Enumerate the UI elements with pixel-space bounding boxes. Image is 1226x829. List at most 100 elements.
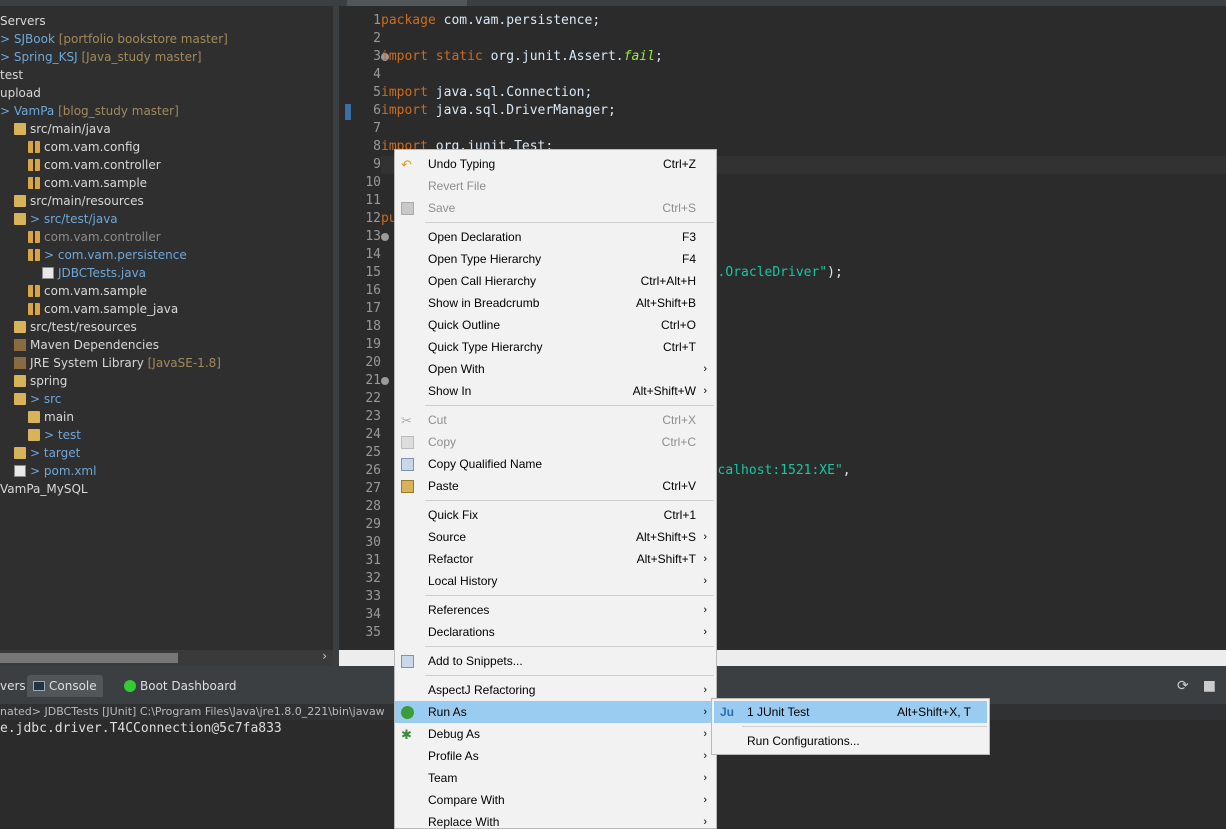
scroll-right-icon[interactable]: › <box>322 649 327 663</box>
tree-item[interactable]: Servers <box>0 12 333 30</box>
menu-item-label: Show In <box>428 384 472 398</box>
menu-item-declarations[interactable]: Declarations › <box>395 621 716 643</box>
line-number: 4 <box>373 67 381 82</box>
menu-item-profile-as[interactable]: Profile As › <box>395 745 716 767</box>
tree-item[interactable]: > Spring_KSJ [Java_study master] <box>0 48 333 66</box>
line-number: 33 <box>365 589 381 604</box>
menu-item-open-declaration[interactable]: Open Declaration F3 <box>395 226 716 248</box>
tree-item[interactable]: com.vam.controller <box>0 228 333 246</box>
menu-item-aspectj-refactoring[interactable]: AspectJ Refactoring › <box>395 679 716 701</box>
maximize-icon[interactable]: ■ <box>1203 678 1216 694</box>
menu-item-open-type-hierarchy[interactable]: Open Type Hierarchy F4 <box>395 248 716 270</box>
tree-item[interactable]: VamPa_MySQL <box>0 480 333 498</box>
tree-item[interactable]: Maven Dependencies <box>0 336 333 354</box>
menu-item-debug-as[interactable]: ✱ Debug As › <box>395 723 716 745</box>
sync-icon[interactable]: ⟳ <box>1177 678 1189 694</box>
copy-qualified-name-icon <box>401 458 414 471</box>
line-number: 29 <box>365 517 381 532</box>
menu-item-undo-typing[interactable]: ↶ Undo Typing Ctrl+Z <box>395 153 716 175</box>
tree-item[interactable]: > src/test/java <box>0 210 333 228</box>
menu-item-quick-fix[interactable]: Quick Fix Ctrl+1 <box>395 504 716 526</box>
line-number: 7 <box>373 121 381 136</box>
menu-item-open-with[interactable]: Open With › <box>395 358 716 380</box>
menu-item-label: Quick Outline <box>428 318 501 332</box>
menu-item-refactor[interactable]: Refactor Alt+Shift+T › <box>395 548 716 570</box>
tree-item[interactable]: > src <box>0 390 333 408</box>
library-icon <box>14 357 26 369</box>
tree-item-label: Servers <box>0 14 46 28</box>
tree-item[interactable]: > com.vam.persistence <box>0 246 333 264</box>
tab-boot-dashboard[interactable]: Boot Dashboard <box>124 675 237 697</box>
tree-item[interactable]: spring <box>0 372 333 390</box>
menu-item-label: Local History <box>428 574 498 588</box>
menu-separator <box>425 405 714 406</box>
tree-item[interactable]: > target <box>0 444 333 462</box>
tree-item[interactable]: com.vam.config <box>0 138 333 156</box>
menu-item-open-call-hierarchy[interactable]: Open Call Hierarchy Ctrl+Alt+H <box>395 270 716 292</box>
line-number: 31 <box>365 553 381 568</box>
menu-item-team[interactable]: Team › <box>395 767 716 789</box>
tab-console[interactable]: Console <box>27 675 103 697</box>
tree-item-label: > SJBook <box>0 32 55 46</box>
menu-item-add-to-snippets[interactable]: Add to Snippets... <box>395 650 716 672</box>
tree-item[interactable]: > pom.xml <box>0 462 333 480</box>
menu-item-label: Run As <box>428 705 467 719</box>
console-output: e.jdbc.driver.T4CConnection@5c7fa833 <box>0 721 282 736</box>
menu-item-references[interactable]: References › <box>395 599 716 621</box>
line-number: 20 <box>365 355 381 370</box>
menu-item-shortcut: Ctrl+Alt+H <box>640 274 696 288</box>
menu-item-copy-qualified-name[interactable]: Copy Qualified Name <box>395 453 716 475</box>
menu-item-quick-outline[interactable]: Quick Outline Ctrl+O <box>395 314 716 336</box>
menu-item-paste[interactable]: Paste Ctrl+V <box>395 475 716 497</box>
menu-item-label: Source <box>428 530 467 544</box>
tree-item-label: JDBCTests.java <box>58 266 147 280</box>
tree-item[interactable]: com.vam.controller <box>0 156 333 174</box>
scrollbar-thumb[interactable] <box>0 653 178 663</box>
tree-item[interactable]: test <box>0 66 333 84</box>
tree-item[interactable]: src/main/resources <box>0 192 333 210</box>
tree-item[interactable]: > VamPa [blog_study master] <box>0 102 333 120</box>
submenu-item-1-junit-test[interactable]: Ju 1 JUnit Test Alt+Shift+X, T <box>714 701 987 723</box>
tree-item[interactable]: main <box>0 408 333 426</box>
tree-item[interactable]: com.vam.sample <box>0 282 333 300</box>
tree-item[interactable]: JRE System Library [JavaSE-1.8] <box>0 354 333 372</box>
menu-item-label: Cut <box>428 413 447 427</box>
tree-item-label: main <box>44 410 74 424</box>
junit-icon: Ju <box>720 705 735 719</box>
package-icon <box>28 177 40 189</box>
menu-item-source[interactable]: Source Alt+Shift+S › <box>395 526 716 548</box>
menu-separator <box>425 500 714 501</box>
tree-item-label: spring <box>30 374 68 388</box>
editor-tab-jdbctests[interactable] <box>347 0 467 6</box>
folder-icon <box>14 447 26 459</box>
menu-item-show-in[interactable]: Show In Alt+Shift+W › <box>395 380 716 402</box>
menu-item-compare-with[interactable]: Compare With › <box>395 789 716 811</box>
menu-item-replace-with[interactable]: Replace With › <box>395 811 716 829</box>
tree-horizontal-scrollbar[interactable]: › <box>0 649 333 666</box>
menu-item-local-history[interactable]: Local History › <box>395 570 716 592</box>
menu-item-label: Compare With <box>428 793 505 807</box>
line-number: 19 <box>365 337 381 352</box>
package-explorer-tab[interactable] <box>0 0 333 6</box>
submenu-item-run-configurations[interactable]: Run Configurations... <box>714 730 987 752</box>
chevron-right-icon: › <box>703 604 707 616</box>
menu-item-shortcut: Ctrl+X <box>662 413 696 427</box>
tree-item[interactable]: upload <box>0 84 333 102</box>
tree-item[interactable]: > SJBook [portfolio bookstore master] <box>0 30 333 48</box>
menu-item-shortcut: Alt+Shift+W <box>632 384 696 398</box>
package-icon <box>28 141 40 153</box>
editor-tab-bar <box>339 0 1226 6</box>
tree-item[interactable]: com.vam.sample_java <box>0 300 333 318</box>
tree-item[interactable]: > test <box>0 426 333 444</box>
menu-item-show-in-breadcrumb[interactable]: Show in Breadcrumb Alt+Shift+B <box>395 292 716 314</box>
tree-item-label: JRE System Library <box>30 356 144 370</box>
menu-item-quick-type-hierarchy[interactable]: Quick Type Hierarchy Ctrl+T <box>395 336 716 358</box>
menu-item-run-as[interactable]: Run As › <box>395 701 716 723</box>
tab-servers[interactable]: vers <box>0 675 26 697</box>
tree-item[interactable]: src/test/resources <box>0 318 333 336</box>
tree-item[interactable]: JDBCTests.java <box>0 264 333 282</box>
tree-item[interactable]: com.vam.sample <box>0 174 333 192</box>
tree-item[interactable]: src/main/java <box>0 120 333 138</box>
package-explorer: Servers > SJBook [portfolio bookstore mas… <box>0 0 333 666</box>
